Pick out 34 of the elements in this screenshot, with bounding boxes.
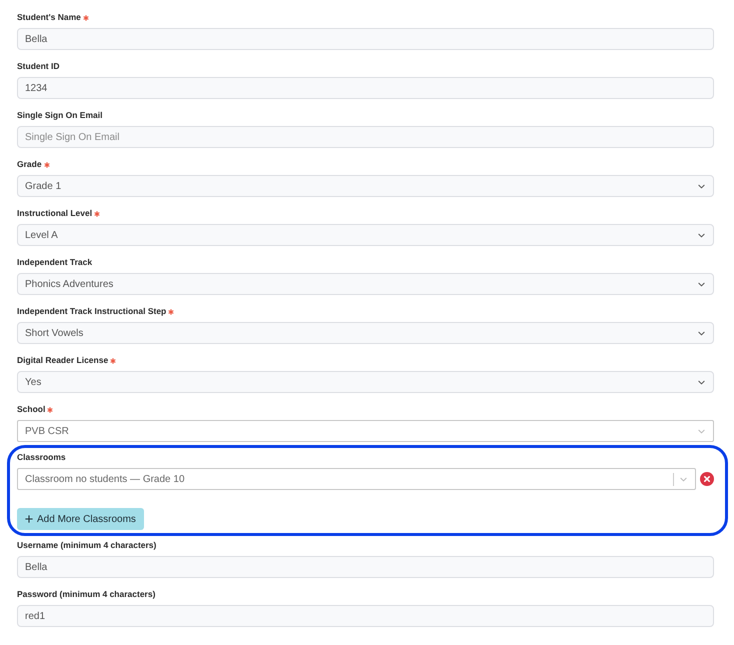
remove-icon[interactable] [700,472,714,486]
input-field[interactable]: Bella [17,28,714,50]
field-label: Student ID [17,61,60,72]
field-label: Username (minimum 4 characters) [17,540,156,551]
chevron-down-icon [698,330,705,336]
field-label: Student's Name [17,12,81,23]
input-field[interactable]: Bella [17,556,714,578]
dropdown-field[interactable]: Grade 1 [17,175,714,197]
chevron-down-icon [698,232,705,238]
field-label: Single Sign On Email [17,110,102,121]
field-label: Grade [17,159,42,170]
dropdown-field[interactable]: Yes [17,371,714,393]
dropdown-field[interactable]: Level A [17,224,714,246]
field-label: Independent Track Instructional Step [17,306,166,317]
input-field[interactable]: 1234 [17,77,714,99]
input-field[interactable]: Single Sign On Email [17,126,714,148]
add-classrooms-button[interactable]: Add More Classrooms [17,508,144,530]
dropdown-field[interactable]: PVB CSR [17,420,714,442]
input-field[interactable]: red1 [17,605,714,627]
field-label: Digital Reader License [17,355,108,366]
dropdown-field[interactable]: Phonics Adventures [17,273,714,295]
chevron-down-icon [698,184,705,188]
field-label: Instructional Level [17,208,92,219]
field-label: Password (minimum 4 characters) [17,589,156,600]
dropdown-field[interactable]: Classroom no students — Grade 10 [17,468,696,490]
field-label: Independent Track [17,257,92,268]
chevron-down-icon [698,428,705,434]
field-label: Classrooms [17,452,66,463]
field-label: School [17,404,46,415]
chevron-down-icon [680,476,687,482]
chevron-down-icon [698,380,705,384]
plus-icon [25,515,33,523]
chevron-down-icon [698,282,705,286]
dropdown-field[interactable]: Short Vowels [17,322,714,344]
